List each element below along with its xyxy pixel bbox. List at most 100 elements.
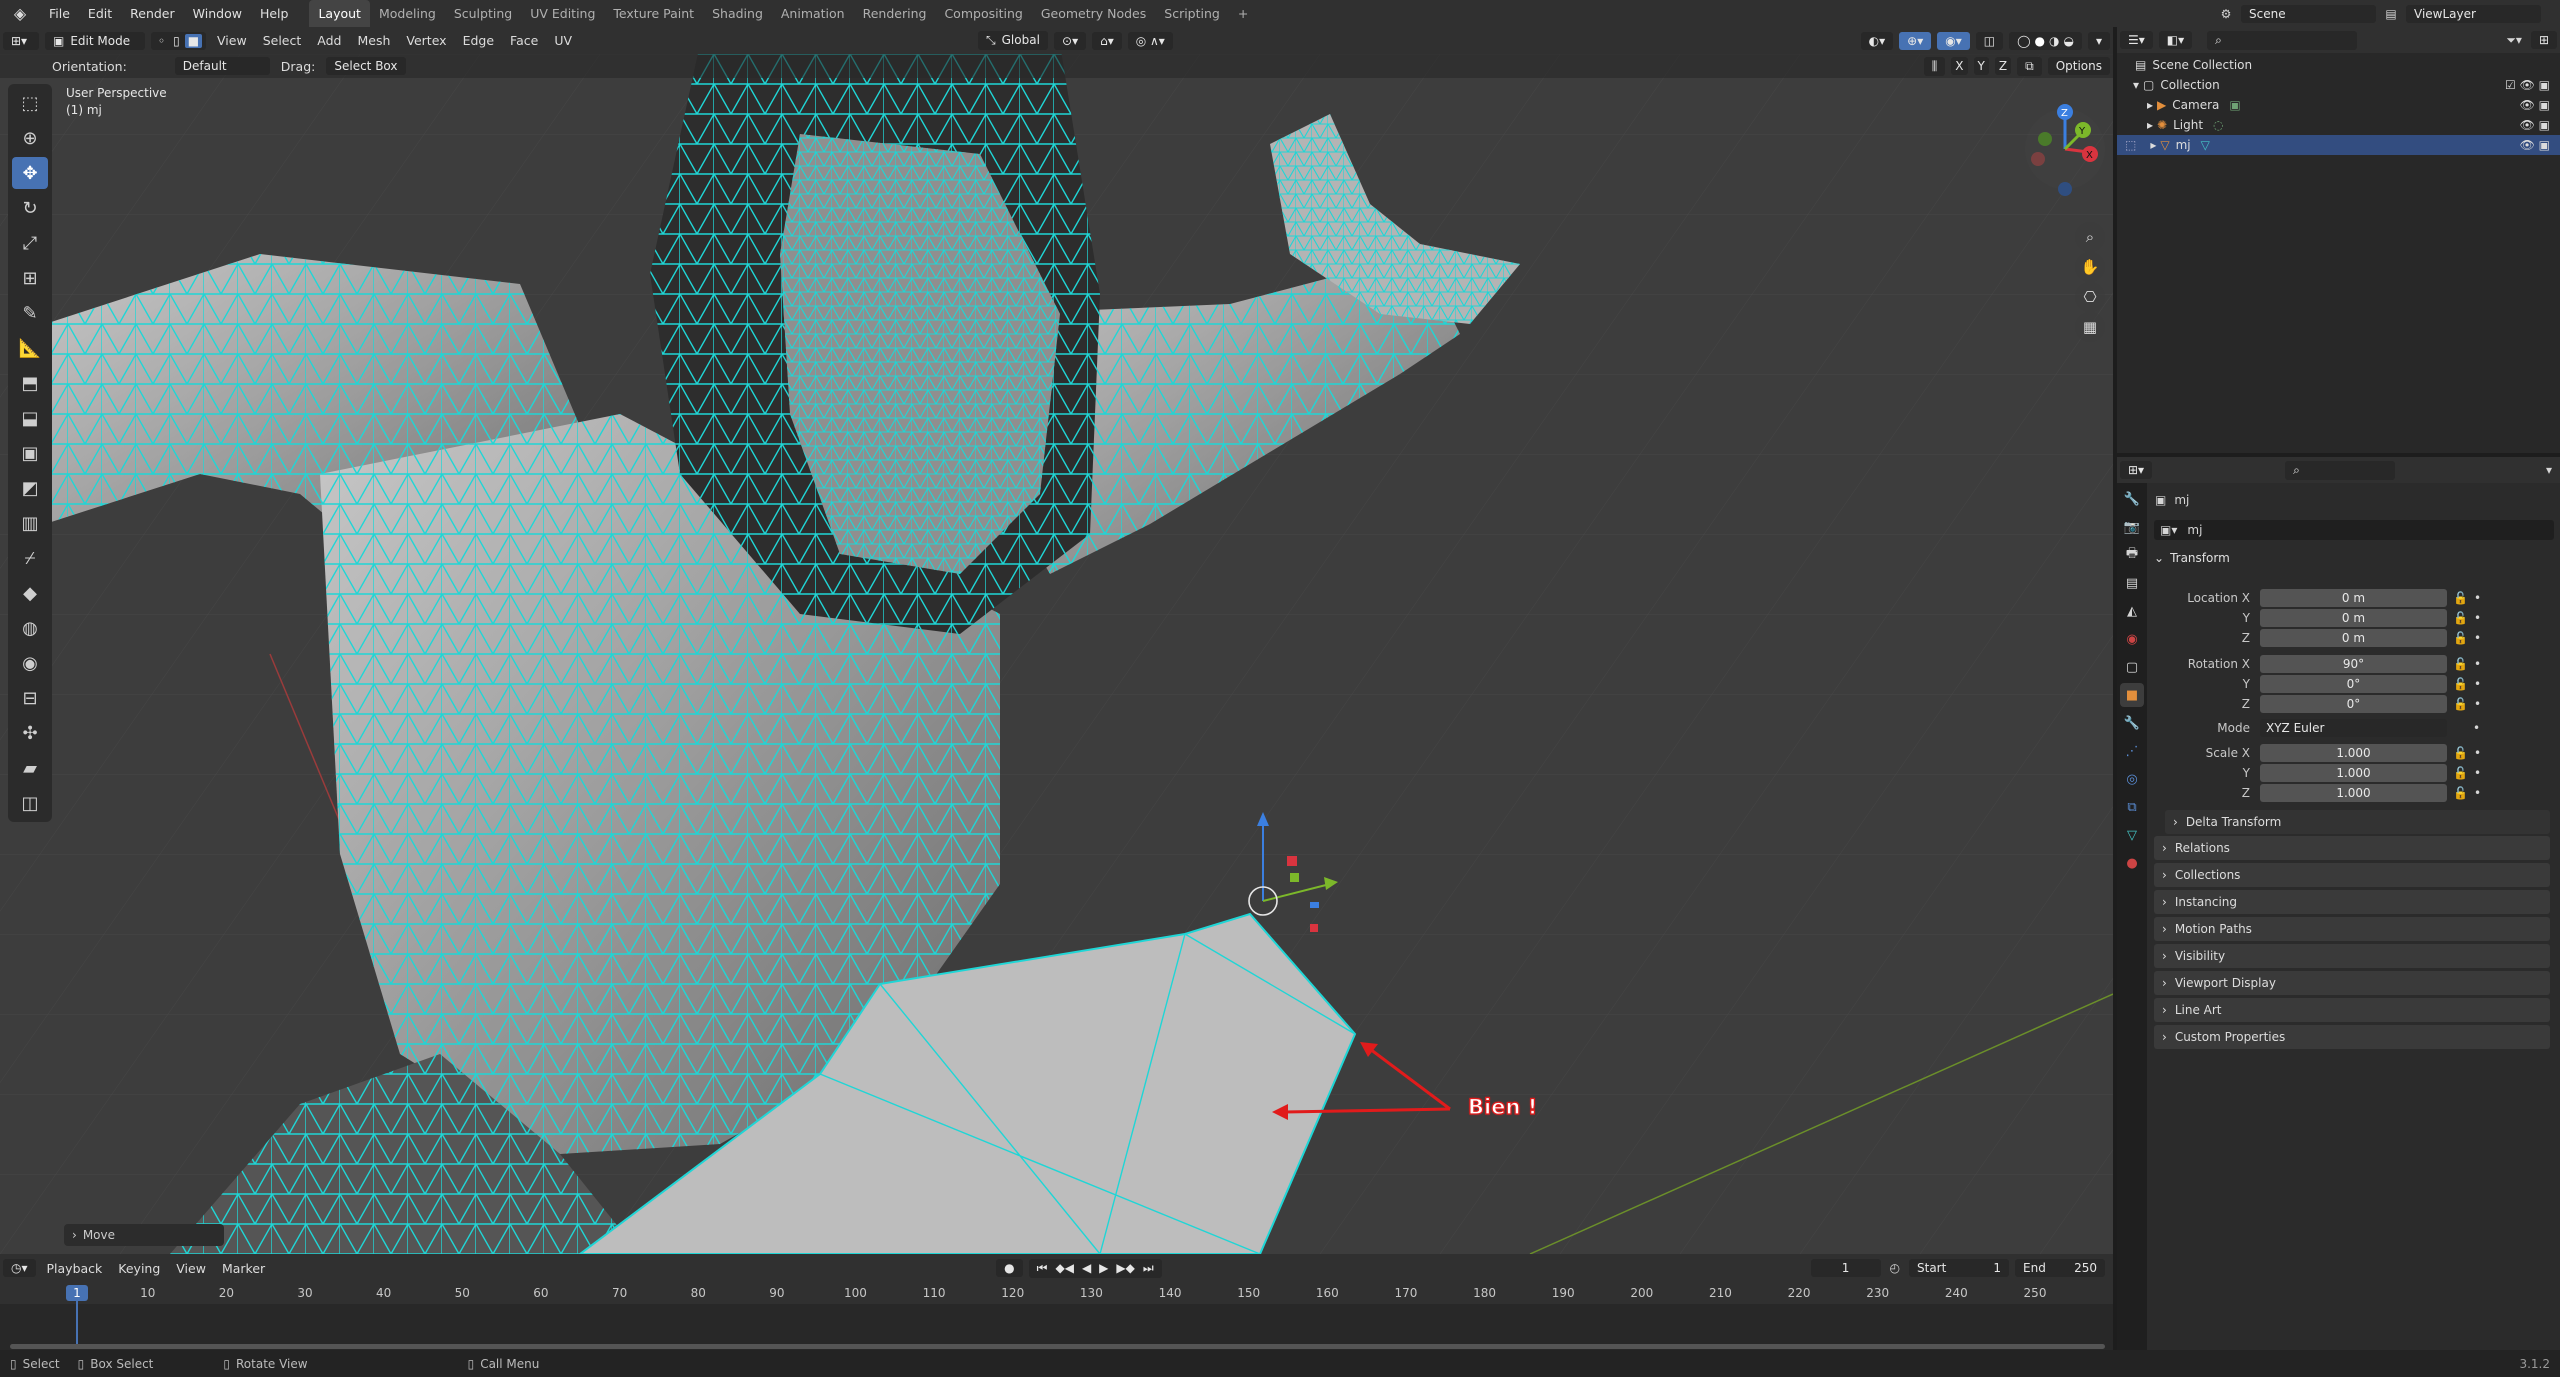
lock-icon[interactable]: 🔓 [2453, 786, 2468, 800]
jump-start-icon[interactable]: ⏮ [1037, 1261, 1048, 1276]
outliner-row-camera[interactable]: ▸ ▶ Camera ▣ 👁 ▣ [2117, 95, 2560, 115]
material-tab-icon[interactable]: ● [2120, 851, 2144, 875]
perspective-grid-icon[interactable]: ▦ [2075, 312, 2105, 342]
pivot-point-icon[interactable]: ⊙▾ [1054, 31, 1087, 50]
drag-dropdown[interactable]: Select Box [326, 57, 406, 75]
shrink-fatten-tool-icon[interactable]: ✣ [12, 717, 48, 749]
view-layer-tab-icon[interactable]: ▤ [2120, 571, 2144, 595]
options-dropdown[interactable]: Options [2047, 57, 2110, 75]
mirror-icon[interactable]: ⫼ [1923, 56, 1946, 76]
measure-tool-icon[interactable]: 📐 [12, 332, 48, 364]
menu-playback[interactable]: Playback [39, 1261, 111, 1276]
rotation-mode-dropdown[interactable]: XYZ Euler [2260, 719, 2447, 737]
scene-collection-row[interactable]: ▤ Scene Collection [2117, 55, 2560, 75]
collection-row[interactable]: ▾ ▢ Collection ☑ 👁 ▣ [2117, 75, 2560, 95]
tab-geometry-nodes[interactable]: Geometry Nodes [1032, 0, 1155, 27]
scale-tool-icon[interactable]: ⤢ [12, 227, 48, 259]
menu-vertex[interactable]: Vertex [398, 33, 454, 48]
collection-tab-icon[interactable]: ▢ [2120, 655, 2144, 679]
expand-right-icon[interactable]: ▸ [2147, 98, 2153, 112]
menu-uv[interactable]: UV [546, 33, 580, 48]
wireframe-shading-icon[interactable]: ◯ [2017, 34, 2030, 48]
tab-compositing[interactable]: Compositing [935, 0, 1031, 27]
location-x-field[interactable]: 0 m [2260, 589, 2447, 607]
tab-modeling[interactable]: Modeling [370, 0, 445, 27]
scene-icon[interactable]: ⚙ [2214, 7, 2238, 21]
render-tab-icon[interactable]: 📷 [2120, 515, 2144, 539]
view-layer-icon[interactable]: ▤ [2379, 7, 2403, 21]
output-tab-icon[interactable]: 🖶 [2120, 543, 2144, 567]
pan-hand-icon[interactable]: ✋ [2075, 252, 2105, 282]
auto-merge-icon[interactable]: ⧉ [2017, 56, 2042, 76]
timeline-area[interactable]: 1 10 20 30 40 50 60 70 80 90 100 110 120 130 140 150 160… [0, 1282, 2113, 1350]
menu-select[interactable]: Select [255, 33, 310, 48]
tab-rendering[interactable]: Rendering [854, 0, 936, 27]
rendered-shading-icon[interactable]: ◒ [2063, 34, 2073, 48]
knife-tool-icon[interactable]: ⌿ [12, 542, 48, 574]
keyframe-dot-icon[interactable]: • [2474, 657, 2481, 671]
snap-icon[interactable]: ⌂▾ [1092, 31, 1122, 50]
proportional-edit-icon[interactable]: ◎ ∧▾ [1127, 31, 1173, 50]
face-select-icon[interactable]: ■ [184, 33, 203, 48]
panel-custom-properties[interactable]: › Custom Properties [2154, 1025, 2550, 1049]
collection-visibility-icons[interactable]: ☑ 👁 ▣ [2505, 78, 2550, 92]
data-tab-icon[interactable]: ▽ [2120, 823, 2144, 847]
edge-select-icon[interactable]: ▯ [170, 34, 183, 48]
panel-line-art[interactable]: › Line Art [2154, 998, 2550, 1022]
last-operation-panel[interactable]: › Move [64, 1224, 224, 1246]
outliner-row-mj[interactable]: ⬚ ▸ ▽ mj ▽ 👁 ▣ [2117, 135, 2560, 155]
smooth-tool-icon[interactable]: ◉ [12, 647, 48, 679]
transform-panel-header[interactable]: ⌄ Transform [2154, 551, 2230, 565]
modifier-tab-icon[interactable]: 🔧 [2120, 711, 2144, 735]
panel-motion-paths[interactable]: › Motion Paths [2154, 917, 2550, 941]
orientation-dropdown[interactable]: Default [174, 57, 270, 75]
transform-tool-icon[interactable]: ⊞ [12, 262, 48, 294]
rip-region-tool-icon[interactable]: ◫ [12, 787, 48, 819]
scene-tab-icon[interactable]: ◭ [2120, 599, 2144, 623]
lock-icon[interactable]: 🔓 [2453, 677, 2468, 691]
menu-render[interactable]: Render [121, 0, 184, 27]
menu-marker[interactable]: Marker [214, 1261, 273, 1276]
solid-shading-icon[interactable]: ● [2035, 34, 2045, 48]
bevel-tool-icon[interactable]: ◩ [12, 472, 48, 504]
lock-icon[interactable]: 🔓 [2453, 611, 2468, 625]
outliner-search-icon[interactable]: ⌕ [2207, 30, 2358, 50]
menu-edit[interactable]: Edit [79, 0, 121, 27]
expand-right-icon[interactable]: ▸ [2150, 138, 2156, 152]
move-tool-icon[interactable]: ✥ [12, 157, 48, 189]
poly-build-tool-icon[interactable]: ◆ [12, 577, 48, 609]
axis-y-toggle[interactable]: Y [1973, 57, 1989, 75]
prev-keyframe-icon[interactable]: ◆◀ [1055, 1261, 1073, 1276]
outliner-editor-icon[interactable]: ☰▾ [2120, 31, 2153, 49]
expand-down-icon[interactable]: ▾ [2133, 78, 2139, 92]
panel-instancing[interactable]: › Instancing [2154, 890, 2550, 914]
play-icon[interactable]: ▶ [1099, 1261, 1108, 1276]
world-tab-icon[interactable]: ◉ [2120, 627, 2144, 651]
next-keyframe-icon[interactable]: ▶◆ [1116, 1261, 1134, 1276]
location-y-field[interactable]: 0 m [2260, 609, 2447, 627]
light-visibility-icons[interactable]: 👁 ▣ [2520, 118, 2550, 132]
keyframe-dot-icon[interactable]: • [2474, 631, 2481, 645]
menu-timeline-view[interactable]: View [168, 1261, 214, 1276]
shear-tool-icon[interactable]: ▰ [12, 752, 48, 784]
tab-texture-paint[interactable]: Texture Paint [604, 0, 703, 27]
blender-logo-icon[interactable]: ◈ [0, 4, 40, 23]
editor-type-icon[interactable]: ⊞▾ [3, 31, 39, 50]
xray-toggle-icon[interactable]: ◫ [1975, 31, 2004, 50]
start-frame-field[interactable]: Start 1 [1909, 1259, 2009, 1277]
edge-slide-tool-icon[interactable]: ⊟ [12, 682, 48, 714]
mode-selector[interactable]: ▣ Edit Mode [45, 31, 145, 50]
scale-x-field[interactable]: 1.000 [2260, 744, 2447, 762]
tool-tab-icon[interactable]: 🔧 [2120, 487, 2144, 511]
panel-viewport-display[interactable]: › Viewport Display [2154, 971, 2550, 995]
mj-visibility-icons[interactable]: 👁 ▣ [2520, 138, 2550, 152]
keyframe-dot-icon[interactable]: • [2474, 677, 2481, 691]
object-name-field[interactable]: ▣▾ mj [2154, 520, 2554, 540]
lock-icon[interactable]: 🔓 [2453, 697, 2468, 711]
play-reverse-icon[interactable]: ◀ [1082, 1261, 1091, 1276]
panel-collections[interactable]: › Collections [2154, 863, 2550, 887]
timeline-scrollbar[interactable] [10, 1344, 2105, 1349]
keyframe-dot-icon[interactable]: • [2474, 611, 2481, 625]
overlay-toggle-icon[interactable]: ◉▾ [1937, 31, 1970, 50]
annotate-tool-icon[interactable]: ✎ [12, 297, 48, 329]
